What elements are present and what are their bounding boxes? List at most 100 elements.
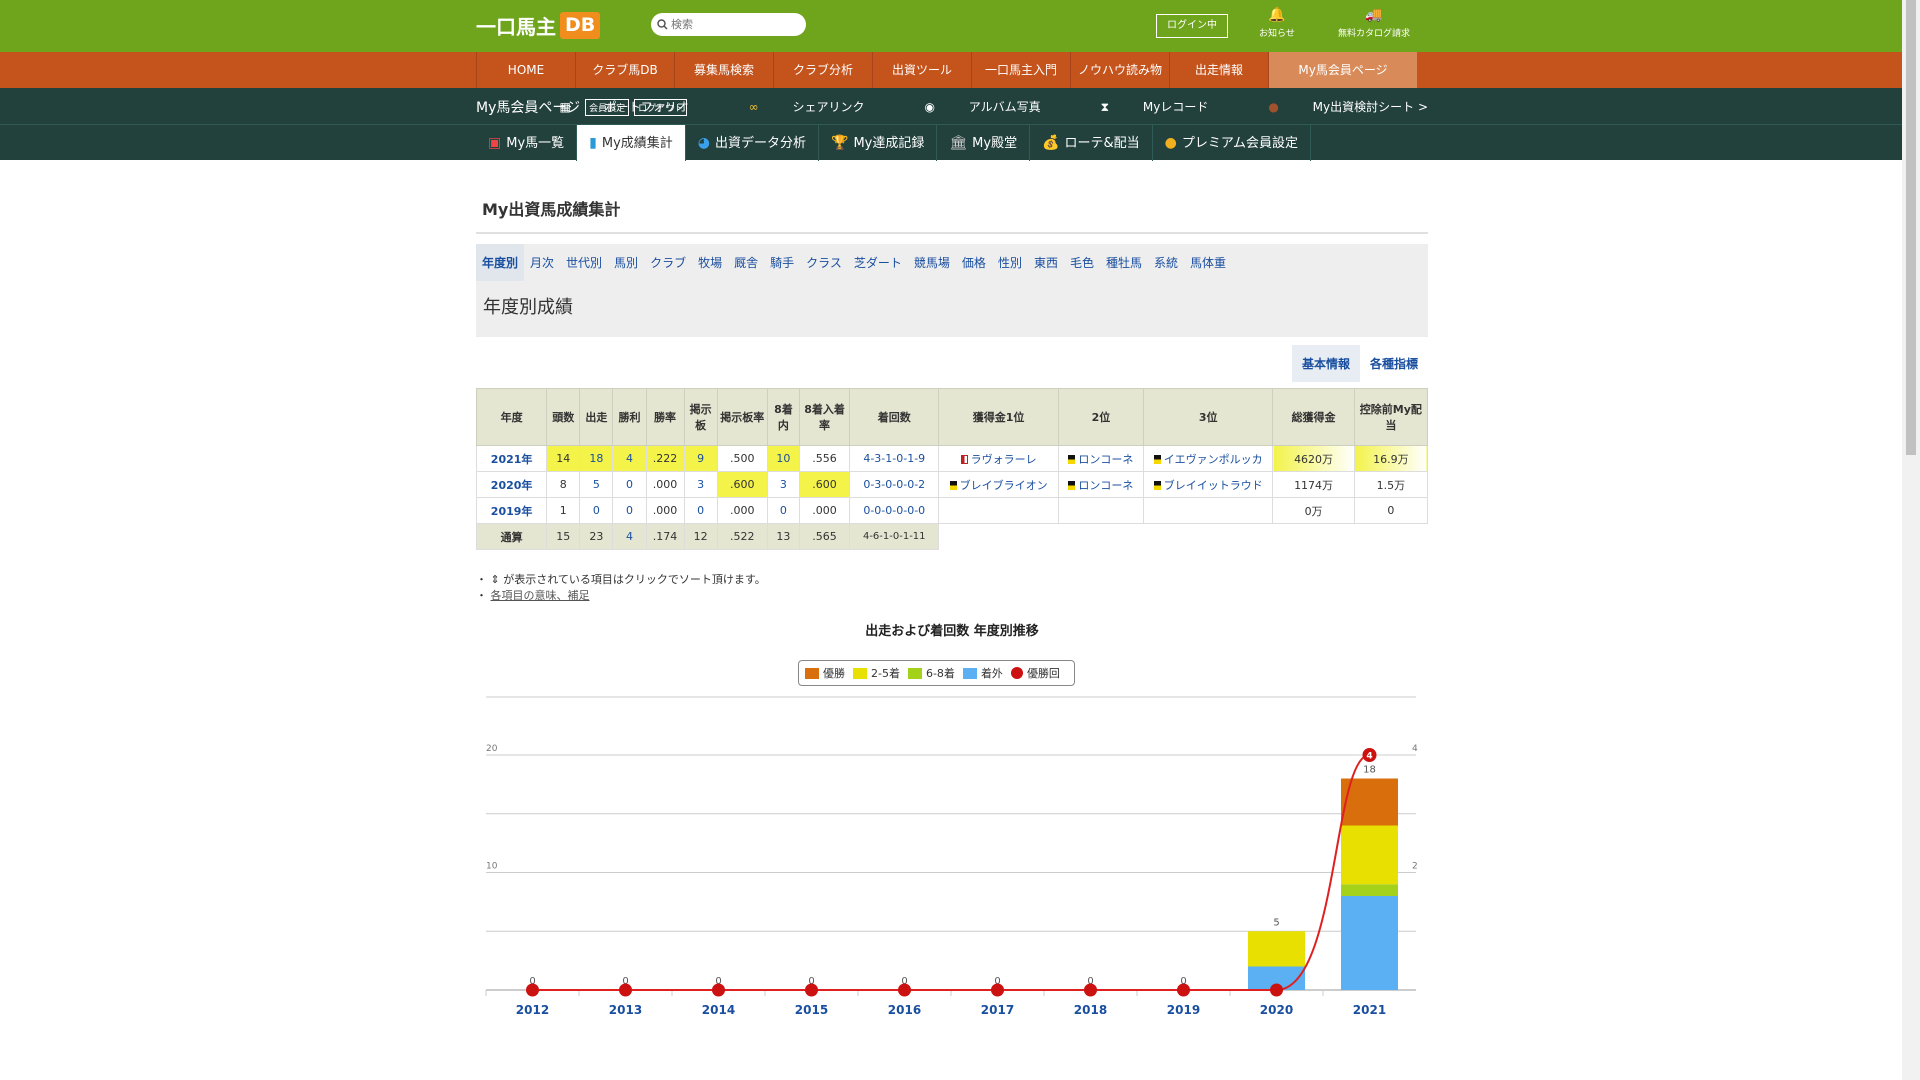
cell-top8[interactable]: 3 bbox=[766, 471, 800, 498]
search-input[interactable] bbox=[671, 18, 796, 31]
col-win-rate[interactable]: 勝率 bbox=[645, 388, 685, 446]
table-row: 2020年 8 5 0 .000 3 .600 3 .600 0-3-0-0-0… bbox=[475, 471, 1429, 498]
filter-tab-racecourse[interactable]: 競馬場 bbox=[908, 244, 956, 281]
cell-first[interactable]: ラヴォラーレ bbox=[938, 445, 1059, 472]
cell-top8[interactable]: 0 bbox=[766, 497, 800, 524]
nav-home[interactable]: HOME bbox=[476, 52, 575, 88]
tab-my-results[interactable]: ▮ My成績集計 bbox=[577, 125, 686, 161]
search-box[interactable] bbox=[651, 13, 806, 36]
investment-sheet-link[interactable]: ● My出資検討シート > bbox=[1238, 98, 1428, 115]
album-label: アルバム写真 bbox=[968, 99, 1041, 114]
nav-race-info[interactable]: 出走情報 bbox=[1169, 52, 1268, 88]
help-link[interactable]: 各項目の意味、補足 bbox=[491, 589, 590, 602]
cell-second[interactable]: ロンコーネ bbox=[1057, 471, 1145, 498]
year-link[interactable]: 2021年 bbox=[475, 445, 548, 472]
filter-tab-east-west[interactable]: 東西 bbox=[1028, 244, 1064, 281]
toggle-indicators[interactable]: 各種指標 bbox=[1360, 345, 1428, 382]
filter-tab-lineage[interactable]: 系統 bbox=[1148, 244, 1184, 281]
tab-hall-of-fame[interactable]: 🏛 My殿堂 bbox=[937, 125, 1031, 161]
cell-placings[interactable]: 0-0-0-0-0-0 bbox=[849, 497, 940, 524]
tab-achievements[interactable]: 🏆 My達成記録 bbox=[819, 125, 938, 161]
cell-dividend: 16.9万 bbox=[1353, 445, 1429, 472]
nav-tools[interactable]: 出資ツール bbox=[872, 52, 971, 88]
cell-wins[interactable]: 0 bbox=[612, 471, 647, 498]
tab-my-horses[interactable]: ▣ My馬一覧 bbox=[476, 125, 578, 161]
cell-placings[interactable]: 0-3-0-0-0-2 bbox=[849, 471, 940, 498]
nav-intro[interactable]: 一口馬主入門 bbox=[971, 52, 1070, 88]
cell-starts[interactable]: 18 bbox=[579, 445, 614, 472]
year-link[interactable]: 2019年 bbox=[475, 497, 548, 524]
filter-tab-club[interactable]: クラブ bbox=[644, 244, 692, 281]
site-logo[interactable]: 一口馬主 DB bbox=[476, 10, 601, 40]
album-link[interactable]: ◉ アルバム写真 bbox=[894, 98, 1040, 115]
cell-starts[interactable]: 0 bbox=[579, 497, 614, 524]
col-year[interactable]: 年度 bbox=[475, 388, 548, 446]
filter-tab-price[interactable]: 価格 bbox=[956, 244, 992, 281]
filter-tab-sire[interactable]: 種牡馬 bbox=[1100, 244, 1148, 281]
horse-name: ロンコーネ bbox=[1078, 478, 1134, 492]
filter-tab-farm[interactable]: 牧場 bbox=[692, 244, 728, 281]
nav-club-analysis[interactable]: クラブ分析 bbox=[773, 52, 872, 88]
win-count-point bbox=[1177, 983, 1190, 997]
filter-tab-generation[interactable]: 世代別 bbox=[560, 244, 608, 281]
notice-button[interactable]: 🔔 お知らせ bbox=[1259, 6, 1295, 39]
col-wins[interactable]: 勝利 bbox=[612, 388, 647, 446]
share-link[interactable]: ∞ シェアリンク bbox=[719, 98, 865, 115]
y-left-tick-label: 20 bbox=[486, 744, 498, 754]
cell-first[interactable]: ブレイブライオン bbox=[938, 471, 1059, 498]
col-board-rate[interactable]: 掲示板率 bbox=[716, 388, 768, 446]
page-scrollbar[interactable] bbox=[1902, 0, 1920, 1080]
cell-board[interactable]: 3 bbox=[683, 471, 718, 498]
cell-second[interactable]: ロンコーネ bbox=[1057, 445, 1145, 472]
catalog-button[interactable]: 🚚 無料カタログ請求 bbox=[1338, 6, 1410, 39]
col-earnings[interactable]: 総獲得金 bbox=[1272, 388, 1355, 446]
filter-tab-coat[interactable]: 毛色 bbox=[1064, 244, 1100, 281]
col-heads[interactable]: 頭数 bbox=[546, 388, 581, 446]
record-link[interactable]: ⧗ Myレコード bbox=[1071, 98, 1209, 115]
scrollbar-thumb[interactable] bbox=[1906, 0, 1916, 455]
cell-earnings: 0万 bbox=[1272, 497, 1355, 524]
filter-tab-stable[interactable]: 厩舎 bbox=[728, 244, 764, 281]
filter-tab-sex[interactable]: 性別 bbox=[992, 244, 1028, 281]
login-status-button[interactable]: ログイン中 bbox=[1156, 14, 1228, 38]
tab-premium-settings[interactable]: ● プレミアム会員設定 bbox=[1153, 125, 1311, 161]
cell-wins[interactable]: 0 bbox=[612, 497, 647, 524]
col-board[interactable]: 掲示板 bbox=[683, 388, 718, 446]
cell-third bbox=[1143, 497, 1274, 524]
col-top8-rate[interactable]: 8着入着率 bbox=[798, 388, 851, 446]
filter-tab-horse[interactable]: 馬別 bbox=[608, 244, 644, 281]
filter-tab-year[interactable]: 年度別 bbox=[476, 244, 525, 281]
tab-investment-analysis[interactable]: ◕ 出資データ分析 bbox=[686, 125, 820, 161]
cell-board[interactable]: 0 bbox=[683, 497, 718, 524]
cell-top8[interactable]: 10 bbox=[766, 445, 800, 472]
nav-knowhow[interactable]: ノウハウ読み物 bbox=[1070, 52, 1169, 88]
cell-board[interactable]: 9 bbox=[683, 445, 718, 472]
top-header: 一口馬主DB ログイン中 🔔 お知らせ 🚚 無料カタログ請求 bbox=[0, 0, 1902, 52]
filter-tab-month[interactable]: 月次 bbox=[524, 244, 560, 281]
filter-tab-class[interactable]: クラス bbox=[800, 244, 848, 281]
bell-icon: 🔔 bbox=[1268, 7, 1286, 23]
portfolio-link[interactable]: ▦ ポートフォリオ bbox=[529, 98, 688, 115]
total-win-rate: .174 bbox=[645, 523, 685, 550]
tab-rotation-dividend[interactable]: 💰 ローテ&配当 bbox=[1030, 125, 1153, 161]
col-placings[interactable]: 着回数 bbox=[849, 388, 940, 446]
nav-club-db[interactable]: クラブ馬DB bbox=[575, 52, 674, 88]
col-starts[interactable]: 出走 bbox=[579, 388, 614, 446]
filter-tab-jockey[interactable]: 騎手 bbox=[764, 244, 800, 281]
cell-starts[interactable]: 5 bbox=[579, 471, 614, 498]
filter-tab-surface[interactable]: 芝ダート bbox=[848, 244, 908, 281]
cell-third[interactable]: ブレイイットラウド bbox=[1143, 471, 1274, 498]
nav-search[interactable]: 募集馬検索 bbox=[674, 52, 773, 88]
cell-wins[interactable]: 4 bbox=[612, 445, 647, 472]
cell-placings[interactable]: 4-3-1-0-1-9 bbox=[849, 445, 940, 472]
year-link[interactable]: 2020年 bbox=[475, 471, 548, 498]
toggle-basic-info[interactable]: 基本情報 bbox=[1291, 345, 1360, 382]
filter-tab-weight[interactable]: 馬体重 bbox=[1184, 244, 1232, 281]
col-dividend[interactable]: 控除前My配当 bbox=[1353, 388, 1429, 446]
cell-third[interactable]: イエヴァンポルッカ bbox=[1143, 445, 1274, 472]
nav-my-page[interactable]: My馬会員ページ bbox=[1268, 52, 1417, 88]
main-navigation: HOME クラブ馬DB 募集馬検索 クラブ分析 出資ツール 一口馬主入門 ノウハ… bbox=[0, 52, 1902, 88]
horse-icon: ● bbox=[1268, 99, 1283, 114]
total-wins[interactable]: 4 bbox=[612, 523, 647, 550]
col-top8[interactable]: 8着内 bbox=[766, 388, 800, 446]
